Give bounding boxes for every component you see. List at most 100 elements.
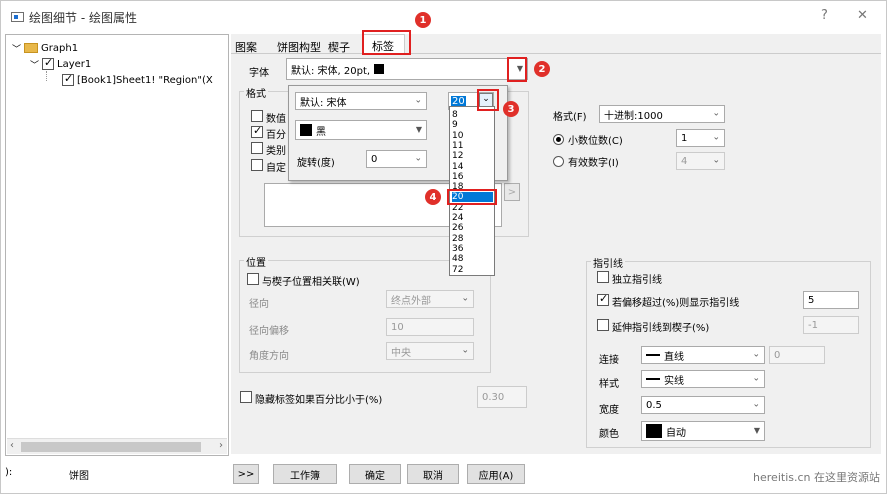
percent-checkbox-row[interactable]: 百分 [251,124,286,141]
font-size-option[interactable]: 11 [452,141,493,151]
font-color-dropdown[interactable]: 黑 ▼ [295,120,427,140]
chevron-down-icon: ⌄ [461,345,469,356]
decimals-dropdown[interactable]: 1 ⌄ [676,129,725,147]
number-format-dropdown[interactable]: 十进制:1000 ⌄ [599,105,725,123]
font-size-option[interactable]: 9 [452,120,493,130]
sigfig-radio[interactable] [553,155,564,167]
chevron-down-icon: ⌄ [414,153,422,164]
custom-checkbox[interactable] [251,159,263,171]
object-tree: ﹀ Graph1 ﹀ Layer1 [Book1]Sheet1! "Region… [5,34,229,456]
radial-value: 终点外部 [391,295,431,307]
category-checkbox-row[interactable]: 类别 [251,142,286,157]
sigfig-dropdown[interactable]: 4 ⌄ [676,152,725,170]
apply-button[interactable]: 应用(A) [467,464,525,484]
font-size-option[interactable]: 8 [452,110,493,120]
font-size-option[interactable]: 24 [452,213,493,223]
connect-dropdown[interactable]: 直线 ⌄ [641,346,765,364]
rotate-value: 0 [371,153,378,165]
link-wedge-row[interactable]: 与楔子位置相关联(W) [247,273,360,288]
chevron-down-icon: ⌄ [752,373,760,384]
font-size-option[interactable]: 26 [452,223,493,233]
chevron-down-icon[interactable]: ﹀ [12,42,21,55]
value-checkbox-row[interactable]: 数值 [251,110,286,125]
connect-number-value: 0 [774,349,781,361]
independent-leader-checkbox[interactable] [597,271,609,283]
show-if-row[interactable]: 若偏移超过(%)则显示指引线 [597,292,739,309]
tree-node-layer[interactable]: ﹀ Layer1 [30,56,91,72]
chevron-down-icon[interactable]: ﹀ [30,58,39,71]
hide-percent-input[interactable]: 0.30 [477,386,527,408]
percent-checkbox-label: 百分 [266,130,286,141]
scroll-thumb[interactable] [21,442,201,452]
style-dropdown[interactable]: 实线 ⌄ [641,370,765,388]
font-size-option[interactable]: 72 [452,265,493,275]
extend-leader-row[interactable]: 延伸指引线到楔子(%) [597,319,709,334]
font-size-option[interactable]: 10 [452,131,493,141]
chevron-down-icon: ⌄ [712,108,720,119]
format-label: 格式(F) [553,112,587,123]
radial-offset-input[interactable]: 10 [386,318,474,336]
workbook-button[interactable]: 工作簿 [273,464,337,484]
step-badge-2: 2 [534,61,550,77]
step-badge-1: 1 [415,12,431,28]
radial-label: 径向 [249,299,269,310]
custom-checkbox-row[interactable]: 自定 [251,159,286,174]
scroll-left-icon[interactable]: ‹ [10,440,14,451]
font-size-value[interactable]: 20 [451,95,466,107]
font-value: 默认: 宋体, 20pt, [291,65,371,77]
tree-node-graph[interactable]: ﹀ Graph1 [12,40,78,56]
radial-offset-label: 径向偏移 [249,326,289,337]
show-if-input[interactable]: 5 [803,291,859,309]
extend-leader-input[interactable]: -1 [803,316,859,334]
layer-checkbox[interactable] [42,56,55,70]
font-size-option[interactable]: 36 [452,244,493,254]
percent-checkbox[interactable] [251,124,263,138]
font-size-option[interactable]: 28 [452,234,493,244]
extend-leader-checkbox[interactable] [597,319,609,331]
rotate-dropdown[interactable]: 0 ⌄ [366,150,427,168]
independent-leader-row[interactable]: 独立指引线 [597,271,662,286]
custom-arrow-button[interactable]: > [504,183,520,201]
decimals-label: 小数位数(C) [568,136,623,147]
connect-label: 连接 [599,355,619,366]
folder-icon [24,43,39,53]
link-wedge-checkbox[interactable] [247,273,259,285]
font-size-option[interactable]: 12 [452,151,493,161]
font-size-option[interactable]: 48 [452,254,493,264]
show-if-checkbox[interactable] [597,292,609,306]
style-label: 样式 [599,379,619,390]
color-dropdown[interactable]: 自动 ▼ [641,421,765,441]
sigfig-radio-row[interactable]: 有效数字(I) [553,154,619,169]
more-button[interactable]: >> [233,464,259,484]
highlight-size-dropdown-button [477,89,499,111]
highlight-label-tab [362,30,411,55]
decimals-radio[interactable] [553,133,564,145]
category-checkbox[interactable] [251,142,263,154]
close-button[interactable]: ✕ [857,8,868,23]
hide-label-row[interactable]: 隐藏标签如果百分比小于(%) [240,391,382,406]
decimals-radio-row[interactable]: 小数位数(C) [553,132,623,147]
extend-leader-value: -1 [808,319,818,331]
radial-dropdown[interactable]: 终点外部 ⌄ [386,290,474,308]
font-name-dropdown[interactable]: 默认: 宋体 ⌄ [295,92,427,110]
scroll-right-icon[interactable]: › [219,440,223,451]
tree-node-plot[interactable]: [Book1]Sheet1! "Region"(X [62,72,213,88]
tree-line [46,71,47,81]
help-button[interactable]: ? [821,8,828,23]
font-size-option[interactable]: 14 [452,162,493,172]
highlight-size-20 [447,189,497,205]
ok-button[interactable]: 确定 [349,464,401,484]
plot-checkbox[interactable] [62,72,74,86]
connect-number-input[interactable]: 0 [769,346,825,364]
color-value: 自动 [666,427,686,439]
angle-dropdown[interactable]: 中央 ⌄ [386,342,474,360]
font-dropdown[interactable]: 默认: 宋体, 20pt, ▼ [286,58,528,80]
value-checkbox[interactable] [251,110,263,122]
font-color-swatch [374,64,385,74]
width-dropdown[interactable]: 0.5 ⌄ [641,396,765,414]
font-size-option[interactable]: 16 [452,172,493,182]
hide-label-checkbox[interactable] [240,391,252,403]
cancel-button[interactable]: 取消 [407,464,459,484]
sigfig-label: 有效数字(I) [568,158,619,169]
tree-hscrollbar[interactable]: ‹ › [7,438,227,454]
